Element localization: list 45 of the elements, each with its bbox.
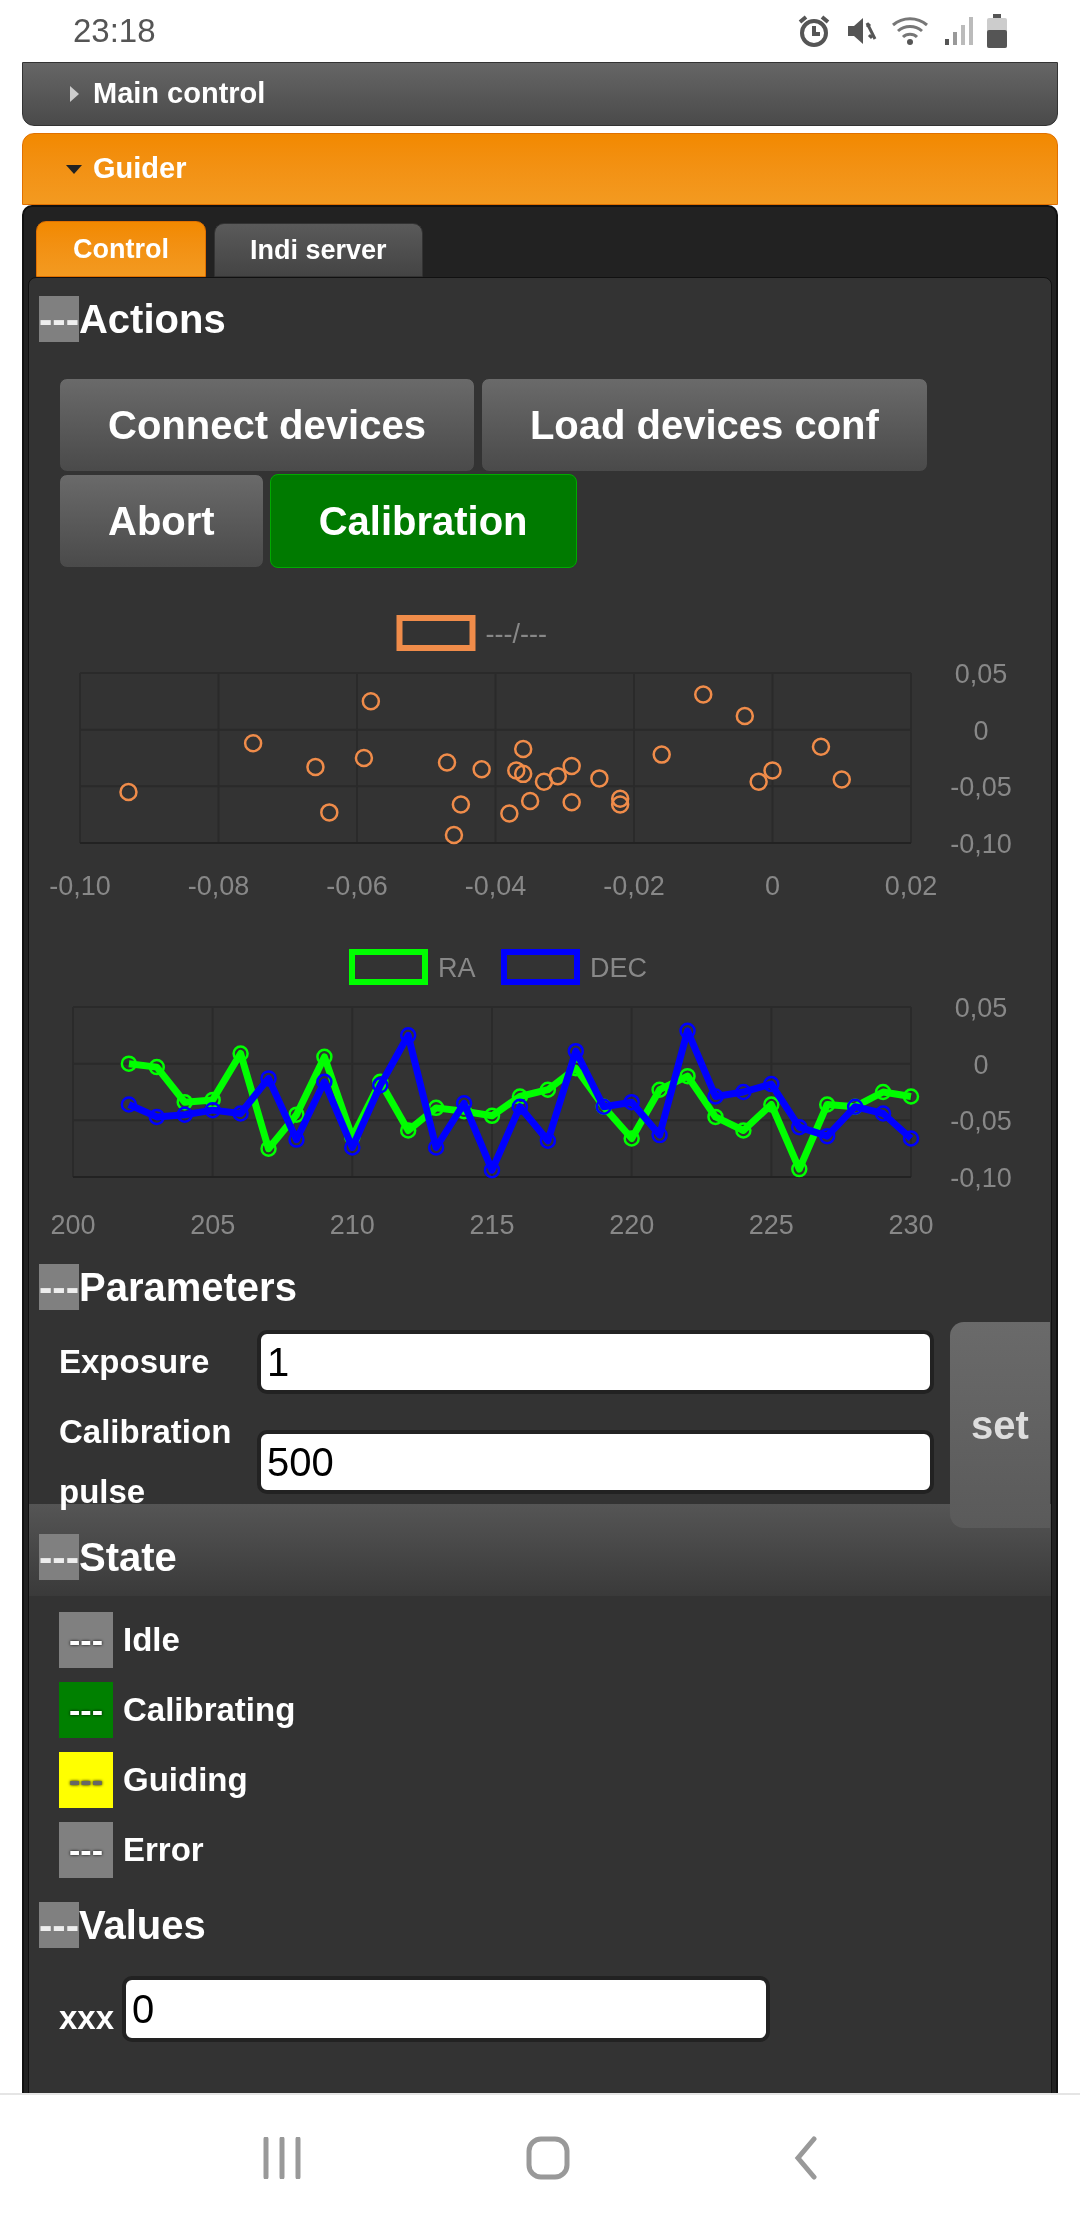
field-label: Calibration pulse	[59, 1412, 233, 1512]
axis-tick-label: -0,06	[326, 871, 388, 901]
legend-label: RA	[438, 953, 476, 983]
axis-tick-label: 0,05	[954, 993, 1008, 1023]
axis-tick-label: -0,10	[950, 829, 1012, 859]
legend-label: ---/---	[485, 619, 547, 649]
section-title: Values	[78, 1902, 206, 1949]
axis-tick-label: -0,08	[187, 871, 250, 901]
axis-tick-label: -0,05	[950, 772, 1012, 803]
axis-tick-label: 0	[973, 1049, 989, 1080]
axis-tick-label: 210	[329, 1210, 375, 1240]
state-indicator: ---	[59, 1612, 113, 1668]
section-title: Parameters	[78, 1264, 297, 1311]
axis-tick-label: -0,04	[464, 871, 527, 901]
axis-tick-label: -0,10	[49, 871, 111, 901]
state-label: Guiding	[123, 1760, 248, 1801]
axis-tick-label: 0,05	[954, 659, 1008, 689]
legend-label: DEC	[590, 953, 647, 983]
axis-tick-label: 220	[609, 1210, 655, 1240]
axis-tick-label: 225	[748, 1210, 794, 1240]
state-indicator: ---	[59, 1822, 113, 1878]
section-title: State	[78, 1534, 177, 1581]
axis-tick-label: -0,10	[950, 1163, 1012, 1193]
axis-tick-label: -0,05	[950, 1106, 1012, 1137]
axis-tick-label: 205	[190, 1210, 236, 1240]
axis-tick-label: 0	[973, 715, 989, 746]
section-marker: ---	[39, 1534, 79, 1580]
field-label: xxx	[59, 1997, 116, 2038]
state-indicator: ---	[59, 1752, 113, 1808]
axis-tick-label: -0,02	[603, 871, 665, 901]
axis-tick-label: 0,02	[884, 871, 938, 901]
status-time: 23:18	[73, 11, 156, 52]
section-marker: ---	[39, 296, 79, 342]
state-label: Error	[123, 1830, 204, 1871]
field-label: Exposure	[59, 1342, 211, 1382]
state-indicator: ---	[59, 1682, 113, 1738]
axis-tick-label: 0	[765, 871, 780, 901]
state-label: Idle	[123, 1620, 180, 1661]
axis-tick-label: 215	[469, 1210, 515, 1240]
section-marker: ---	[39, 1902, 79, 1948]
section-title: Actions	[78, 296, 226, 343]
section-marker: ---	[39, 1264, 79, 1310]
axis-tick-label: 200	[50, 1210, 96, 1240]
state-label: Calibrating	[123, 1690, 296, 1731]
axis-tick-label: 230	[888, 1210, 934, 1240]
